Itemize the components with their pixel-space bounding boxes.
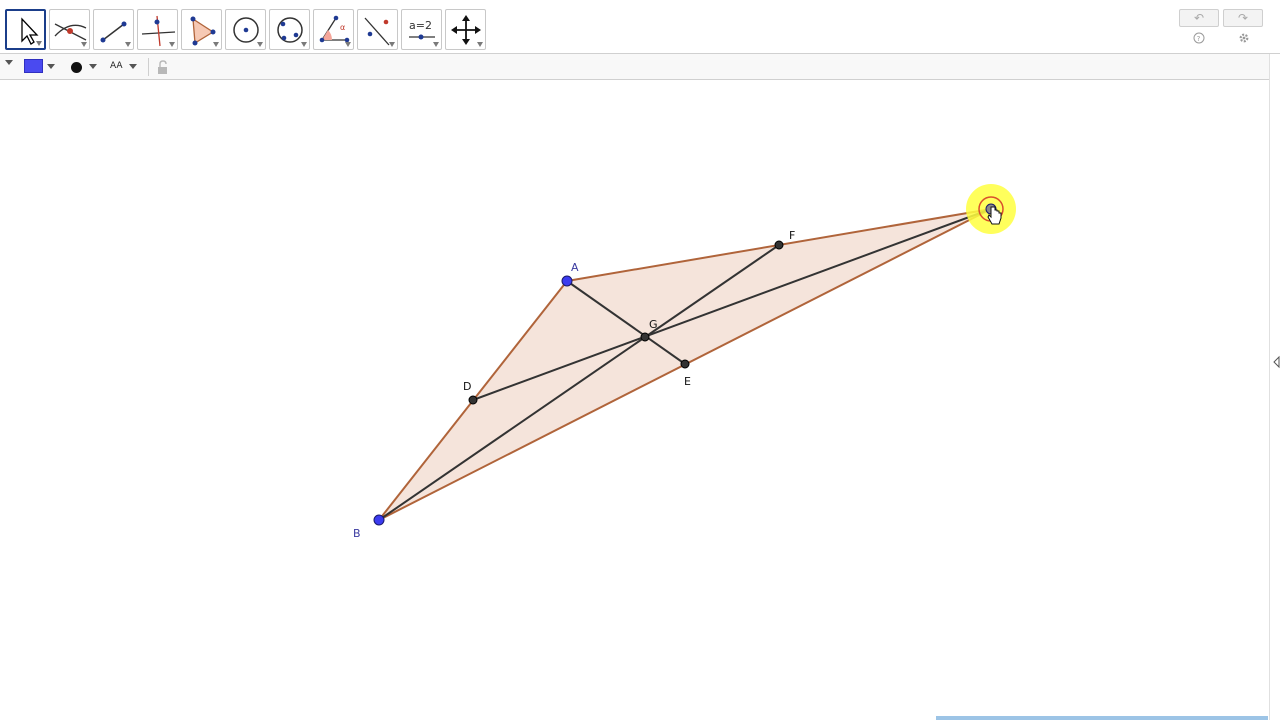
point-label-G: G <box>649 318 658 331</box>
chevron-down-icon <box>5 60 13 65</box>
open-panel-chevron-icon[interactable] <box>1272 354 1280 374</box>
point-A[interactable] <box>561 275 573 287</box>
settings-button[interactable] <box>1237 31 1251 45</box>
point-style-dot-icon <box>71 62 82 73</box>
chevron-down-icon <box>47 64 55 69</box>
svg-text:α: α <box>340 23 345 32</box>
slider-tool-button[interactable]: a=2 <box>401 9 442 50</box>
color-swatch <box>24 59 43 73</box>
point-label-E: E <box>684 375 691 388</box>
slider-tool-label: a=2 <box>409 19 432 32</box>
undo-icon: ↶ <box>1193 11 1205 25</box>
horizontal-scrollbar[interactable] <box>936 716 1268 720</box>
undo-button[interactable]: ↶ <box>1179 9 1219 27</box>
point-E[interactable] <box>680 359 690 369</box>
point-F[interactable] <box>774 240 784 250</box>
redo-icon: ↷ <box>1237 11 1249 25</box>
svg-text:?: ? <box>1197 35 1201 43</box>
perpendicular-line-tool-button[interactable] <box>137 9 178 50</box>
polygon-tool-button[interactable] <box>181 9 222 50</box>
chevron-down-icon <box>89 64 97 69</box>
move-graphics-view-tool-button[interactable] <box>445 9 486 50</box>
ellipse-tool-button[interactable] <box>269 9 310 50</box>
angle-tool-button[interactable]: α <box>313 9 354 50</box>
help-icon: ? <box>1193 32 1205 44</box>
graphics-view[interactable]: A B D E F G <box>0 81 1270 720</box>
line-tool-button[interactable] <box>93 9 134 50</box>
point-tool-button[interactable] <box>49 9 90 50</box>
point-B[interactable] <box>373 514 385 526</box>
point-label-A: A <box>571 261 579 274</box>
redo-button[interactable]: ↷ <box>1223 9 1263 27</box>
point-style-button[interactable] <box>66 54 102 80</box>
help-button[interactable]: ? <box>1192 31 1206 45</box>
lock-button[interactable] <box>154 54 172 80</box>
point-G[interactable] <box>640 332 650 342</box>
toolbar: α a=2 ↶ ↷ ? <box>0 0 1280 54</box>
construction-canvas[interactable]: A B D E F G <box>0 81 1270 720</box>
reflect-tool-button[interactable] <box>357 9 398 50</box>
style-bar: AA <box>0 54 1270 80</box>
point-label-B: B <box>353 527 361 540</box>
point-label-D: D <box>463 380 471 393</box>
side-panel-edge <box>1269 54 1280 720</box>
lock-icon <box>158 60 167 74</box>
circle-tool-button[interactable] <box>225 9 266 50</box>
stylebar-divider <box>148 58 149 76</box>
point-label-F: F <box>789 229 795 242</box>
stylebar-toggle-button[interactable] <box>2 54 16 80</box>
point-D[interactable] <box>468 395 478 405</box>
label-style-text: AA <box>110 61 123 71</box>
geogebra-app: α a=2 ↶ ↷ ? AA A B D E F G <box>0 0 1280 720</box>
gear-icon <box>1239 33 1249 43</box>
chevron-down-icon <box>129 64 137 69</box>
label-style-button[interactable]: AA <box>108 54 140 80</box>
move-tool-button[interactable] <box>5 9 46 50</box>
color-picker-button[interactable] <box>22 54 58 80</box>
